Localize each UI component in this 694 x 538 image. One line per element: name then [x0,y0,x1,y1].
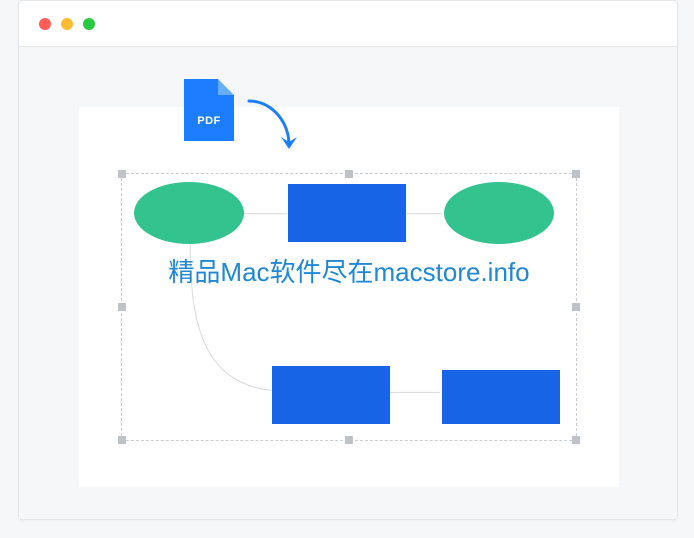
shape-rect-1[interactable] [288,184,406,242]
resize-handle-se[interactable] [572,436,580,444]
resize-handle-nw[interactable] [118,170,126,178]
pdf-fold-icon [218,79,234,95]
pdf-file-icon[interactable]: PDF [184,79,234,141]
content-area: PDF [19,47,677,519]
shape-ellipse-1[interactable] [134,182,244,244]
resize-handle-w[interactable] [118,303,126,311]
canvas-panel: PDF [79,107,619,487]
selection-box[interactable]: 精品Mac软件尽在macstore.info [121,173,577,441]
resize-handle-ne[interactable] [572,170,580,178]
app-window: PDF [18,0,678,520]
resize-handle-sw[interactable] [118,436,126,444]
close-icon[interactable] [39,18,51,30]
maximize-icon[interactable] [83,18,95,30]
shape-rect-3[interactable] [442,370,560,424]
titlebar [19,1,677,47]
watermark-text: 精品Mac软件尽在macstore.info [122,252,576,289]
resize-handle-e[interactable] [572,303,580,311]
drop-arrow-icon [241,97,301,162]
resize-handle-s[interactable] [345,436,353,444]
pdf-label: PDF [184,115,234,127]
shape-rect-2[interactable] [272,366,390,424]
shape-ellipse-2[interactable] [444,182,554,244]
resize-handle-n[interactable] [345,170,353,178]
minimize-icon[interactable] [61,18,73,30]
